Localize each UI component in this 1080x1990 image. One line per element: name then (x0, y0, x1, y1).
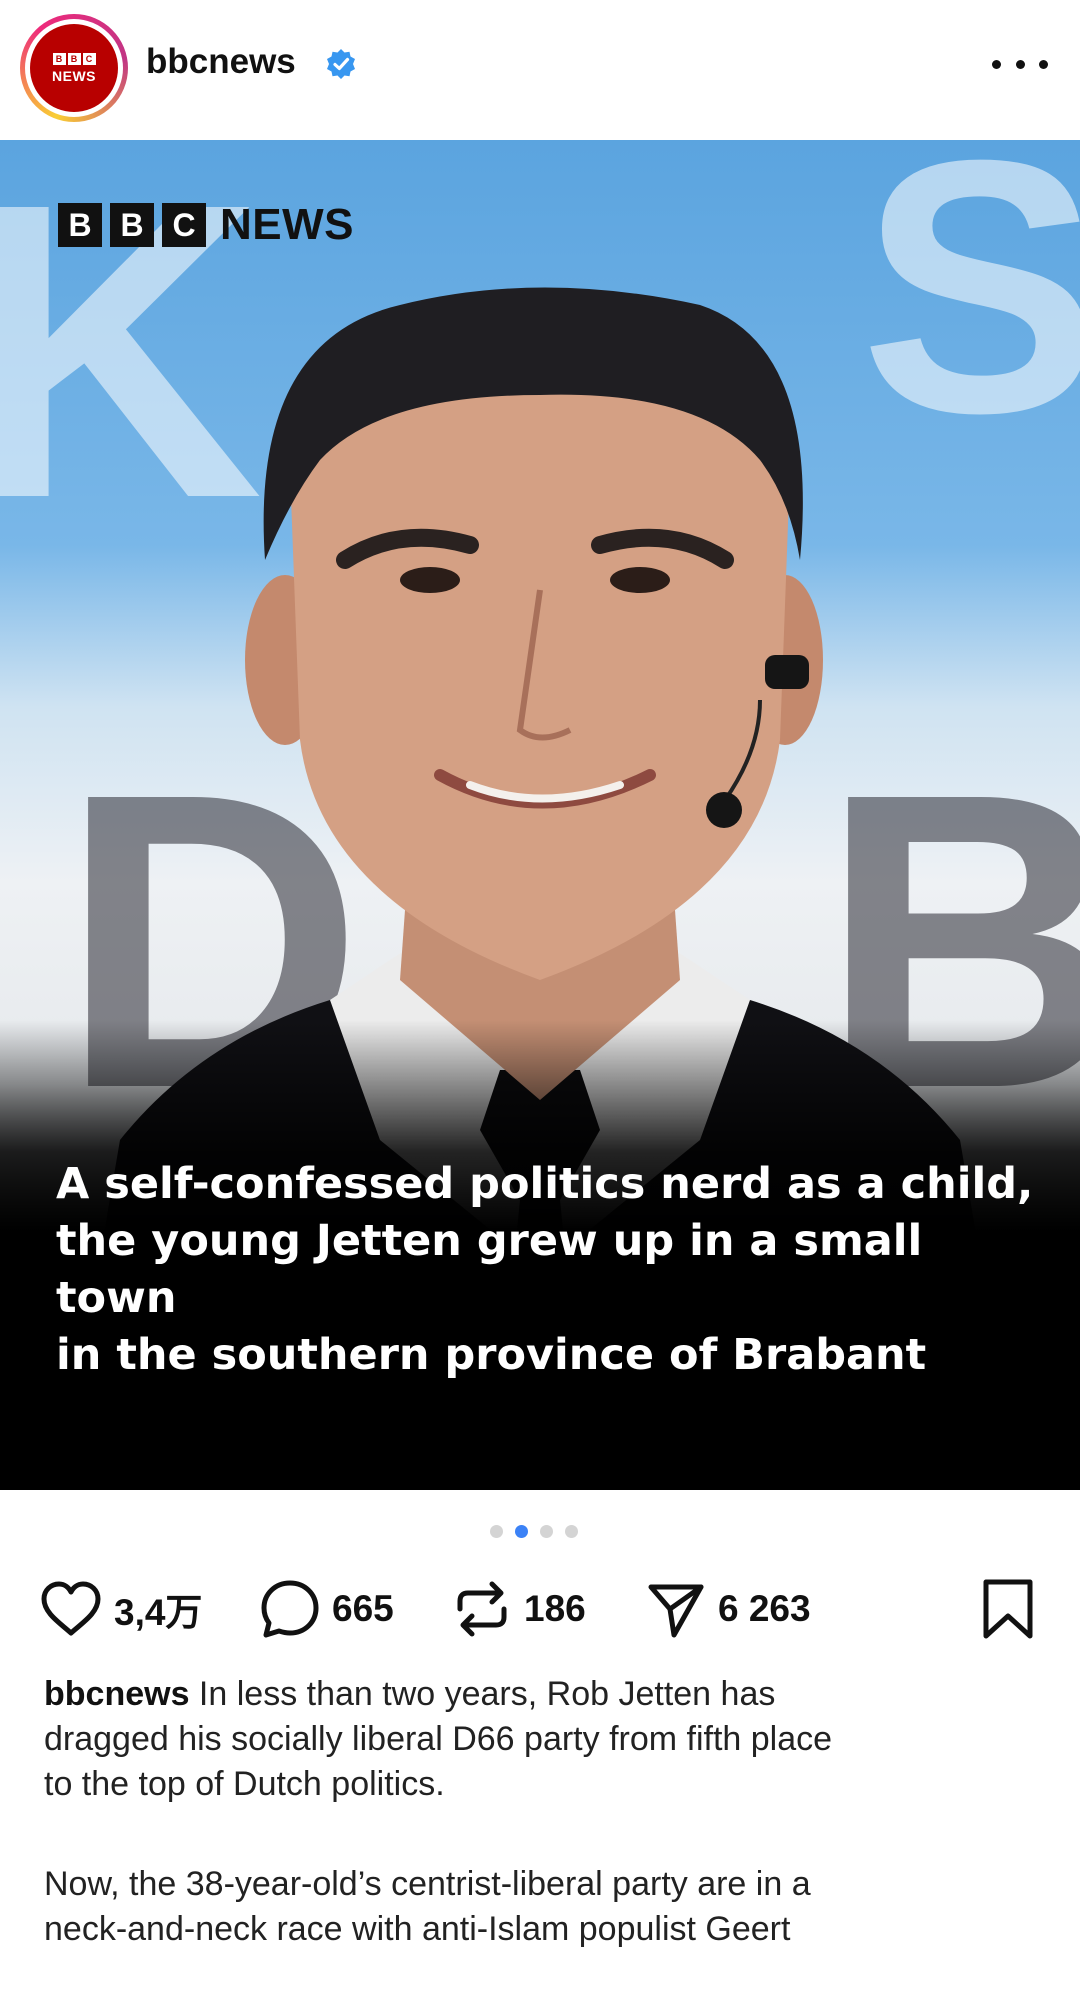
caption-line: the young Jetten grew up in a small town (56, 1216, 923, 1323)
description-line: to the top of Dutch politics. (44, 1765, 445, 1803)
more-dot (1039, 59, 1048, 69)
avatar-bbc-blocks: B B C (52, 52, 96, 65)
bbc-block: B (58, 203, 102, 247)
carousel-dot-active (515, 1525, 528, 1538)
username[interactable]: bbcnews (146, 42, 296, 82)
like-count: 3,4万 (114, 1592, 203, 1633)
description-line: dragged his socially liberal D66 party f… (44, 1720, 833, 1758)
avatar-news-label: NEWS (52, 67, 96, 84)
post-description-paragraph: Now, the 38-year-old’s centrist-liberal … (44, 1862, 1044, 1952)
more-options-icon[interactable] (992, 44, 1048, 84)
bookmark-icon (983, 1579, 1033, 1639)
share-count: 6 263 (718, 1588, 811, 1629)
avatar-border: B B C NEWS (25, 19, 123, 117)
description-text: In less than two years, Rob Jetten has (189, 1675, 776, 1713)
repost-count: 186 (524, 1588, 586, 1629)
post-description: bbcnews In less than two years, Rob Jett… (44, 1672, 1044, 1807)
carousel-dot (490, 1525, 503, 1538)
share-button[interactable]: 6 263 (646, 1574, 811, 1644)
image-caption: A self-confessed politics nerd as a chil… (56, 1156, 1036, 1384)
share-icon (648, 1584, 704, 1638)
description-author[interactable]: bbcnews (44, 1675, 189, 1713)
carousel-dot (540, 1525, 553, 1538)
description-line: bbcnews In less than two years, Rob Jett… (44, 1672, 1044, 1717)
description-line: neck-and-neck race with anti-Islam popul… (44, 1910, 791, 1948)
caption-line: A self-confessed politics nerd as a chil… (56, 1159, 1034, 1209)
avatar-block: C (82, 52, 96, 65)
carousel-dot (565, 1525, 578, 1538)
like-button[interactable]: 3,4万 (40, 1574, 202, 1644)
comment-count: 665 (332, 1588, 394, 1629)
avatar-block: B (67, 52, 81, 65)
action-bar: 3,4万 665 186 6 263 (0, 1574, 1080, 1644)
caption-line: in the southern province of Brabant (56, 1330, 927, 1380)
avatar-block: B (52, 52, 66, 65)
carousel-indicator (490, 1525, 578, 1538)
more-dot (992, 59, 1001, 69)
bbc-block: B (110, 203, 154, 247)
bbc-block: C (162, 203, 206, 247)
more-dot (1015, 59, 1025, 69)
description-line: Now, the 38-year-old’s centrist-liberal … (44, 1865, 811, 1903)
repost-icon (457, 1581, 507, 1637)
bbc-news-wordmark: NEWS (220, 200, 354, 249)
bbc-news-logo: B B C NEWS (58, 200, 354, 250)
profile-avatar[interactable]: B B C NEWS (20, 14, 128, 122)
verified-badge-icon (327, 49, 355, 79)
save-button[interactable] (980, 1574, 1036, 1644)
post-header: B B C NEWS bbcnews (0, 0, 1080, 140)
bbc-news-avatar: B B C NEWS (30, 24, 118, 112)
post-image[interactable]: K S D B B B C NEWS A self-confessed poli… (0, 140, 1080, 1490)
comment-button[interactable]: 665 (260, 1574, 394, 1644)
heart-icon (41, 1581, 101, 1636)
repost-button[interactable]: 186 (452, 1574, 586, 1644)
comment-icon (261, 1580, 319, 1638)
